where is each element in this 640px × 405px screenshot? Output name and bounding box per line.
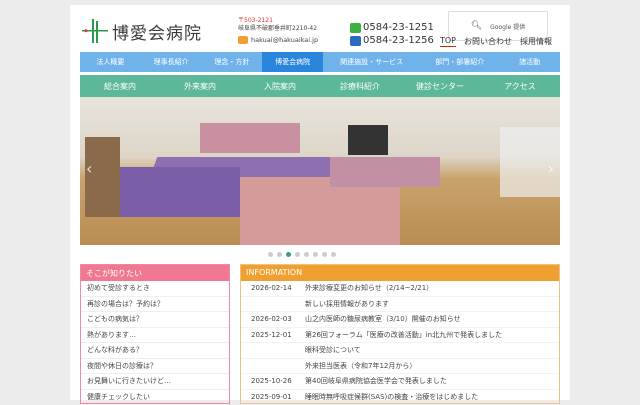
email[interactable]: hakuai@hakuaikai.jp bbox=[238, 36, 318, 44]
contact-numbers: 0584-23-1251 0584-23-1256 bbox=[350, 21, 434, 47]
search-label: Google 提供 bbox=[490, 22, 525, 31]
nav-item[interactable]: 診療科紹介 bbox=[320, 75, 400, 97]
carousel-dot[interactable] bbox=[277, 252, 282, 257]
nav-item[interactable]: 外来案内 bbox=[160, 75, 240, 97]
faq-link[interactable]: 夜間や休日の診療は？ bbox=[81, 359, 229, 375]
link-top[interactable]: TOP bbox=[440, 36, 456, 47]
news-row: 2026-02-14外来診療変更のお知らせ（2/14~2/21） bbox=[241, 281, 559, 297]
news-date: 2025-10-26 bbox=[241, 374, 305, 389]
top-links: TOP お問い合わせ 採用情報 bbox=[440, 36, 552, 47]
faq-panel: そこが知りたい 初めて受診するとき再診の場合は？予約は？こどもの病気は？熱があり… bbox=[80, 264, 230, 404]
news-date bbox=[241, 343, 305, 358]
news-row: 外来担当医表（令和7年12月から） bbox=[241, 359, 559, 375]
nav-item[interactable]: 理念・方針 bbox=[202, 52, 263, 72]
carousel-dot[interactable] bbox=[304, 252, 309, 257]
address: 〒503-2121岐阜県不破郡垂井町2210-42 bbox=[238, 17, 317, 33]
news-row: 新しい採用情報があります bbox=[241, 297, 559, 313]
information-panel: INFORMATION 2026-02-14外来診療変更のお知らせ（2/14~2… bbox=[240, 264, 560, 404]
hospital-name: 博愛会病院 bbox=[112, 19, 202, 44]
news-link[interactable]: 眼科受診について bbox=[305, 343, 361, 358]
fax-number: 0584-23-1256 bbox=[363, 34, 434, 47]
faq-link[interactable]: 初めて受診するとき bbox=[81, 281, 229, 297]
nav-item[interactable]: アクセス bbox=[480, 75, 560, 97]
faq-link[interactable]: こどもの病気は？ bbox=[81, 312, 229, 328]
news-date: 2026-02-03 bbox=[241, 312, 305, 327]
carousel-dot[interactable] bbox=[295, 252, 300, 257]
address-text: 岐阜県不破郡垂井町2210-42 bbox=[238, 25, 317, 33]
news-row: 2026-02-03山之内医師の糖尿病教室（3/10）開催のお知らせ bbox=[241, 312, 559, 328]
mail-icon bbox=[238, 36, 248, 44]
faq-title: そこが知りたい bbox=[81, 265, 229, 281]
nav-item[interactable]: 総合案内 bbox=[80, 75, 160, 97]
news-row: 眼科受診について bbox=[241, 343, 559, 359]
logo-icon bbox=[82, 17, 108, 45]
news-link[interactable]: 第40回岐阜県病院協会医学会で発表しました bbox=[305, 374, 447, 389]
email-text[interactable]: hakuai@hakuaikai.jp bbox=[251, 36, 318, 44]
news-link[interactable]: 外来診療変更のお知らせ（2/14~2/21） bbox=[305, 281, 433, 296]
news-date: 2025-09-01 bbox=[241, 390, 305, 405]
faq-link[interactable]: 熱があります… bbox=[81, 328, 229, 344]
carousel-dot[interactable] bbox=[322, 252, 327, 257]
search-icon: 🔍︎ bbox=[471, 21, 482, 31]
nav-item[interactable]: 諸活動 bbox=[499, 52, 560, 72]
news-row: 2025-12-01第26回フォーラム「医療の改善活動」in北九州で発表しました bbox=[241, 328, 559, 344]
news-date bbox=[241, 297, 305, 312]
nav-item[interactable]: 法人概要 bbox=[80, 52, 141, 72]
carousel-dot[interactable] bbox=[268, 252, 273, 257]
news-date: 2025-12-01 bbox=[241, 328, 305, 343]
tv bbox=[348, 125, 388, 155]
faq-link[interactable]: お見舞いに行きたいけど… bbox=[81, 374, 229, 390]
news-date bbox=[241, 359, 305, 374]
nav-item-active[interactable]: 博愛会病院 bbox=[262, 52, 323, 72]
phone-icon bbox=[350, 23, 361, 33]
page: 博愛会病院 〒503-2121岐阜県不破郡垂井町2210-42 hakuai@h… bbox=[70, 5, 570, 400]
fax-icon bbox=[350, 36, 361, 46]
faq-link[interactable]: どんな科がある？ bbox=[81, 343, 229, 359]
news-link[interactable]: 新しい採用情報があります bbox=[305, 297, 389, 312]
secondary-nav: 総合案内 外来案内 入院案内 診療科紹介 健診センター アクセス bbox=[80, 75, 560, 97]
carousel-prev[interactable]: ‹ bbox=[86, 159, 92, 178]
link-recruit[interactable]: 採用情報 bbox=[520, 36, 552, 47]
news-row: 2025-09-01睡眠時無呼吸症候群(SAS)の検査・治療をはじめました bbox=[241, 390, 559, 405]
link-contact[interactable]: お問い合わせ bbox=[464, 36, 512, 47]
nav-item[interactable]: 部門・部署紹介 bbox=[420, 52, 499, 72]
carousel-dot-active[interactable] bbox=[286, 252, 291, 257]
faq-link[interactable]: 健康チェックしたい bbox=[81, 390, 229, 405]
news-link[interactable]: 山之内医師の糖尿病教室（3/10）開催のお知らせ bbox=[305, 312, 461, 327]
carousel-dot[interactable] bbox=[331, 252, 336, 257]
nav-item[interactable]: 理事長紹介 bbox=[141, 52, 202, 72]
zip: 〒503-2121 bbox=[238, 17, 317, 25]
carousel-next[interactable]: › bbox=[548, 159, 554, 178]
news-link[interactable]: 睡眠時無呼吸症候群(SAS)の検査・治療をはじめました bbox=[305, 390, 478, 405]
nav-item[interactable]: 関連施設・サービス bbox=[323, 52, 420, 72]
faq-link[interactable]: 再診の場合は？予約は？ bbox=[81, 297, 229, 313]
news-row: 2025-10-26第40回岐阜県病院協会医学会で発表しました bbox=[241, 374, 559, 390]
tel-number[interactable]: 0584-23-1251 bbox=[363, 21, 434, 34]
news-link[interactable]: 外来担当医表（令和7年12月から） bbox=[305, 359, 416, 374]
news-date: 2026-02-14 bbox=[241, 281, 305, 296]
carousel-dots bbox=[268, 252, 336, 257]
news-link[interactable]: 第26回フォーラム「医療の改善活動」in北九州で発表しました bbox=[305, 328, 502, 343]
information-title: INFORMATION bbox=[241, 265, 559, 281]
nav-item[interactable]: 入院案内 bbox=[240, 75, 320, 97]
logo[interactable]: 博愛会病院 bbox=[82, 17, 202, 45]
primary-nav: 法人概要 理事長紹介 理念・方針 博愛会病院 関連施設・サービス 部門・部署紹介… bbox=[80, 52, 560, 72]
nav-item[interactable]: 健診センター bbox=[400, 75, 480, 97]
carousel-dot[interactable] bbox=[313, 252, 318, 257]
hero-image: ‹ › bbox=[80, 97, 560, 245]
